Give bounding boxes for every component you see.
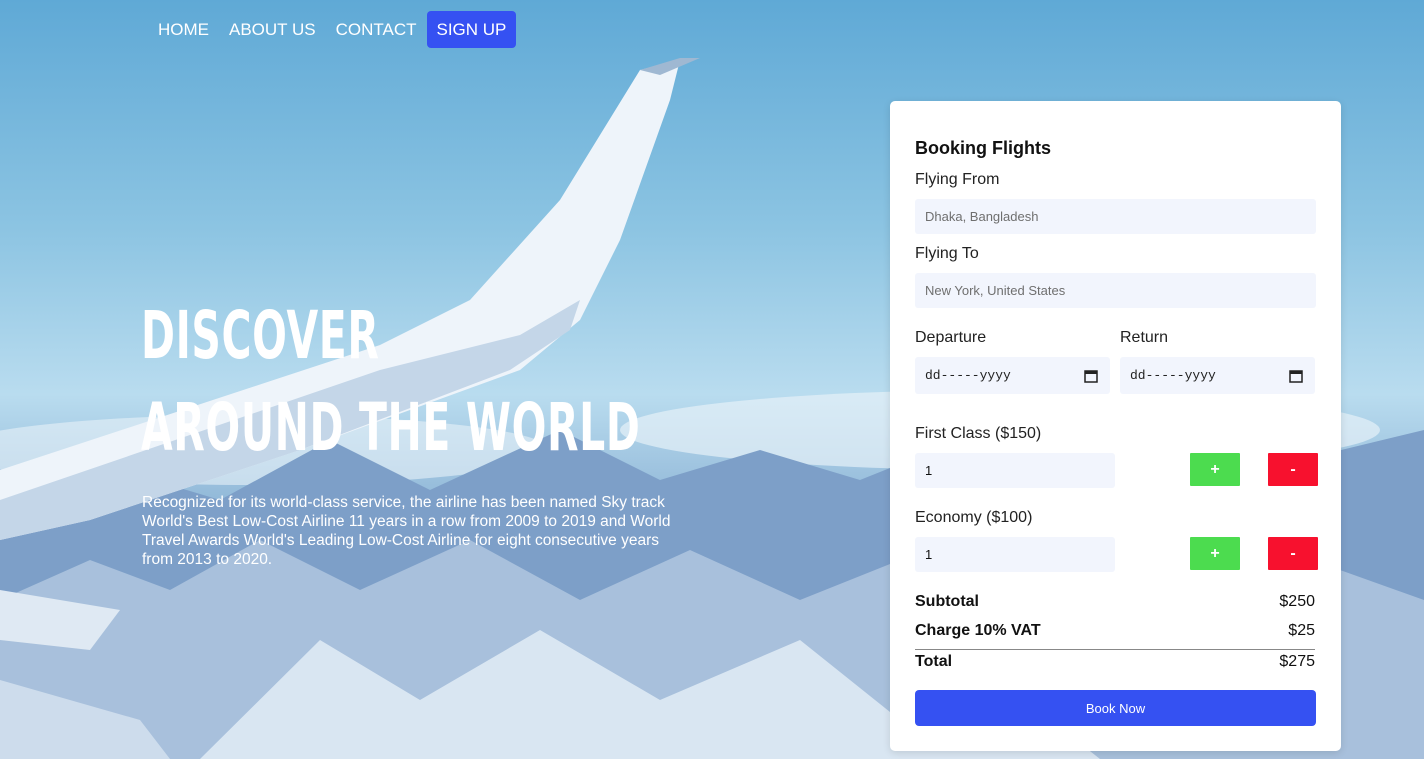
first-class-quantity-input[interactable]: 1 [915,453,1115,488]
calendar-icon[interactable] [1084,369,1098,383]
vat-value: $25 [1288,622,1315,639]
nav-about-link[interactable]: ABOUT US [219,11,326,48]
vat-label: Charge 10% VAT [915,622,1041,639]
booking-card: Booking Flights Flying From Dhaka, Bangl… [890,101,1341,751]
flying-from-label: Flying From [915,171,1000,188]
total-value: $275 [1279,653,1315,670]
nav-home-link[interactable]: HOME [148,11,219,48]
hero-description: Recognized for its world-class service, … [142,494,671,568]
subtotal-row: Subtotal $250 [915,593,1315,611]
return-date-value: dd-----yyyy [1130,368,1216,383]
departure-date-value: dd-----yyyy [925,368,1011,383]
flying-to-input[interactable]: New York, United States [915,273,1316,308]
vat-row: Charge 10% VAT $25 [915,622,1315,640]
flying-from-input[interactable]: Dhaka, Bangladesh [915,199,1316,234]
economy-label: Economy ($100) [915,509,1033,526]
economy-increment-button[interactable]: + [1190,537,1240,570]
departure-date-input[interactable]: dd-----yyyy [915,357,1110,394]
subtotal-value: $250 [1279,593,1315,610]
total-label: Total [915,653,953,670]
hero-headline-line2: AROUND THE WORLD [141,389,641,466]
flying-to-label: Flying To [915,245,979,262]
departure-label: Departure [915,329,987,346]
hero-headline: DISCOVER AROUND THE WORLD [141,290,640,474]
top-nav: HOME ABOUT US CONTACT SIGN UP [148,11,517,48]
first-class-increment-button[interactable]: + [1190,453,1240,486]
hero-headline-line1: DISCOVER [141,297,380,374]
first-class-label: First Class ($150) [915,425,1042,442]
total-row: Total $275 [915,653,1315,671]
first-class-decrement-button[interactable]: - [1268,453,1318,486]
book-now-button[interactable]: Book Now [915,690,1316,726]
total-divider [915,649,1315,650]
return-date-input[interactable]: dd-----yyyy [1120,357,1315,394]
signup-button[interactable]: SIGN UP [426,11,517,48]
return-label: Return [1120,329,1169,346]
booking-title: Booking Flights [915,138,1051,158]
nav-contact-link[interactable]: CONTACT [326,11,427,48]
subtotal-label: Subtotal [915,593,979,610]
economy-decrement-button[interactable]: - [1268,537,1318,570]
calendar-icon[interactable] [1289,369,1303,383]
economy-quantity-input[interactable]: 1 [915,537,1115,572]
